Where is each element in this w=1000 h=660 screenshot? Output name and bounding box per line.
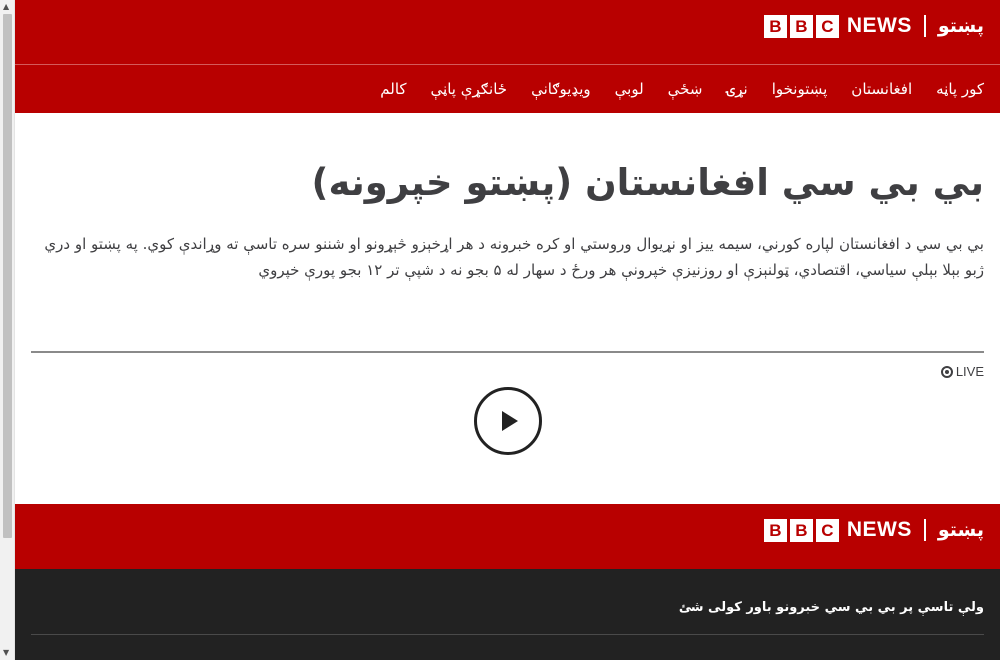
bbc-block-b2: B [789,14,813,38]
bbc-blocks-logo: B B C [763,14,839,38]
media-player [31,387,984,455]
footer-bbc-block-b1: B [763,518,787,542]
footer-news-wordmark: NEWS [846,518,912,541]
footer-bbc-pashto-logo[interactable]: B B C NEWS پښتو [763,518,984,542]
nav-item-world[interactable]: نړۍ [726,80,747,98]
play-icon [501,411,518,431]
bbc-block-c: C [815,14,839,38]
brand-separator [923,15,926,37]
nav-item-women[interactable]: ښځې [668,80,703,98]
live-indicator: LIVE [31,364,984,379]
intro-summary: بي بي سي د افغانستان لپاره کورني، سيمه ي… [44,235,984,279]
nav-item-videos[interactable]: ویډیوګانې [531,80,591,98]
masthead: B B C NEWS پښتو [15,0,1000,64]
nav-item-pakhtunkhwa[interactable]: پښتونخوا [772,80,828,98]
nav-item-sport[interactable]: لوبې [615,80,644,98]
trust-bbc-link[interactable]: ولې تاسې پر بي بي سي خبرونو باور کولی شئ [31,600,984,615]
footer-brand-bar: B B C NEWS پښتو [15,504,1000,569]
footer-service-name: پښتو [937,519,984,541]
footer-bbc-blocks-logo: B B C [763,518,839,542]
vertical-scrollbar[interactable]: ▲ ▼ [0,0,15,660]
play-button[interactable] [473,387,542,455]
live-label: LIVE [955,364,984,379]
nav-item-home[interactable]: کور پاڼه [936,80,984,98]
scroll-up-arrow-icon[interactable]: ▲ [3,3,9,11]
footer-bbc-block-c: C [815,518,839,542]
nav-item-columns[interactable]: کالم [380,80,406,98]
scroll-down-arrow-icon[interactable]: ▼ [3,649,9,657]
main-content: بي بي سي افغانستان (پښتو خپرونه) بي بي س… [15,113,1000,455]
service-name: پښتو [937,15,984,37]
nav-item-special-pages[interactable]: ځانګړې پاڼې [431,80,508,98]
bbc-block-b1: B [763,14,787,38]
news-wordmark: NEWS [846,14,912,37]
nav-item-afghanistan[interactable]: افغانستان [851,80,912,98]
page-title: بي بي سي افغانستان (پښتو خپرونه) [311,161,984,204]
section-divider [31,351,984,353]
live-indicator-icon [940,365,953,378]
footer: ولې تاسې پر بي بي سي خبرونو باور کولی شئ [15,569,1000,660]
footer-divider [31,634,984,635]
main-navigation: کور پاڼه افغانستان پښتونخوا نړۍ ښځې لوبې… [15,64,1000,113]
footer-brand-separator [923,519,926,541]
bbc-pashto-logo[interactable]: B B C NEWS پښتو [763,14,984,38]
scrollbar-thumb[interactable] [3,14,12,538]
page: B B C NEWS پښتو کور پاڼه افغانستان پښتون… [15,0,1000,660]
footer-bbc-block-b2: B [789,518,813,542]
